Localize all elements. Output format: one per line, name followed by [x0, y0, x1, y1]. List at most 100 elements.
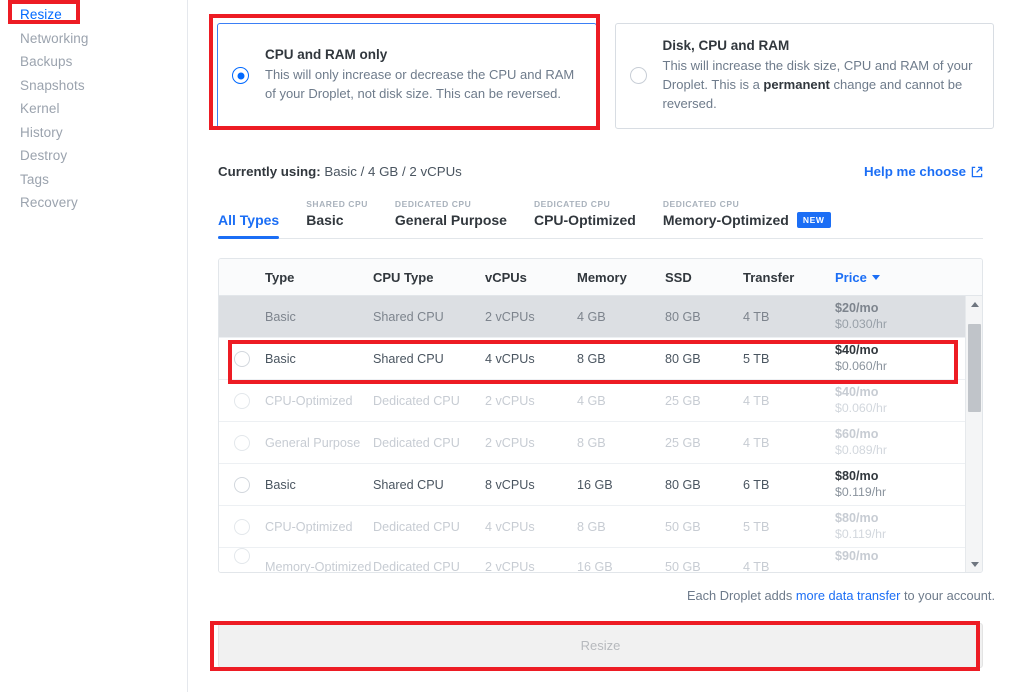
cell-ssd: 80 GB — [665, 477, 701, 492]
option-card-cpu-and-ram-only[interactable]: CPU and RAM only This will only increase… — [217, 23, 597, 129]
option-title: CPU and RAM only — [265, 47, 388, 63]
cell-ssd: 80 GB — [665, 309, 701, 324]
table-row: General Purpose Dedicated CPU 2 vCPUs 8 … — [219, 422, 965, 464]
option-title: Disk, CPU and RAM — [662, 38, 790, 53]
price-hourly: $0.119/hr — [835, 484, 887, 499]
cell-transfer: 6 TB — [743, 477, 770, 492]
cell-ssd: 25 GB — [665, 393, 701, 408]
desc-emphasis: permanent — [763, 76, 830, 92]
sidebar-item-label: Backups — [20, 54, 73, 70]
cell-memory: 8 GB — [577, 435, 606, 450]
header-cpu-type[interactable]: CPU Type — [373, 270, 485, 285]
cell-memory: 16 GB — [577, 560, 613, 572]
cell-ssd: 25 GB — [665, 435, 701, 450]
row-select-cell — [219, 548, 265, 564]
cell-transfer: 4 TB — [743, 560, 770, 572]
cell-price: $40/mo $0.060/hr — [835, 384, 965, 416]
cell-price: $60/mo $0.089/hr — [835, 426, 965, 458]
row-select-cell — [219, 392, 265, 409]
cell-price: $20/mo $0.030/hr — [835, 300, 965, 332]
sidebar-item-history[interactable]: History — [0, 121, 187, 145]
price-monthly: $80/mo — [835, 511, 879, 526]
radio-cpu-and-ram-only[interactable] — [232, 67, 249, 85]
cell-transfer: 4 TB — [743, 309, 770, 324]
cell-transfer: 4 TB — [743, 435, 770, 450]
sidebar-item-networking[interactable]: Networking — [0, 27, 187, 51]
header-type[interactable]: Type — [265, 270, 373, 285]
cell-memory: 4 GB — [577, 393, 606, 408]
header-ssd[interactable]: SSD — [665, 270, 743, 285]
table-row: Basic Shared CPU 2 vCPUs 4 GB 80 GB 4 TB… — [219, 296, 965, 338]
row-select-cell[interactable] — [219, 350, 265, 367]
cell-vcpus: 2 vCPUs — [485, 393, 535, 408]
cell-memory: 8 GB — [577, 519, 606, 534]
scroll-down-arrow-icon[interactable] — [966, 556, 982, 572]
row-select-cell[interactable] — [219, 476, 265, 493]
tab-basic[interactable]: SHARED CPU Basic — [306, 199, 368, 238]
scrollbar-thumb[interactable] — [968, 324, 981, 412]
cell-price: $80/mo $0.119/hr — [835, 510, 965, 542]
tab-cpu-optimized[interactable]: DEDICATED CPU CPU-Optimized — [534, 199, 636, 238]
help-me-choose-link[interactable]: Help me choose — [864, 164, 983, 179]
header-vcpus[interactable]: vCPUs — [485, 270, 577, 285]
table-body: Basic Shared CPU 2 vCPUs 4 GB 80 GB 4 TB… — [219, 296, 965, 572]
table-row[interactable]: Basic Shared CPU 4 vCPUs 8 GB 80 GB 5 TB… — [219, 338, 965, 380]
row-radio[interactable] — [234, 476, 250, 493]
tab-all-types[interactable]: All Types — [218, 212, 280, 239]
cell-price: $90/mo — [835, 548, 965, 564]
radio-disk-cpu-and-ram[interactable] — [629, 67, 647, 85]
main-content: CPU and RAM only This will only increase… — [188, 0, 1024, 692]
row-radio[interactable] — [234, 350, 250, 367]
sidebar-item-backups[interactable]: Backups — [0, 50, 187, 74]
cell-ssd: 80 GB — [665, 351, 701, 366]
table-row[interactable]: Basic Shared CPU 8 vCPUs 16 GB 80 GB 6 T… — [219, 464, 965, 506]
sidebar-item-resize[interactable]: Resize — [0, 3, 187, 27]
sidebar-item-tags[interactable]: Tags — [0, 168, 187, 192]
resize-button-label: Resize — [580, 638, 621, 653]
cell-price: $80/mo $0.119/hr — [835, 468, 965, 500]
option-card-text: CPU and RAM only This will only increase… — [265, 47, 580, 104]
cell-memory: 8 GB — [577, 351, 606, 366]
sidebar-item-destroy[interactable]: Destroy — [0, 144, 187, 168]
cell-type: Memory-Optimized — [265, 560, 372, 572]
resize-button[interactable]: Resize — [218, 623, 983, 668]
cell-cpu-type: Dedicated CPU — [373, 519, 460, 534]
currently-using-row: Currently using: Basic / 4 GB / 2 vCPUs … — [218, 164, 983, 179]
cell-ssd: 50 GB — [665, 519, 701, 534]
tab-general-purpose[interactable]: DEDICATED CPU General Purpose — [395, 199, 507, 238]
cell-type: Basic — [265, 309, 296, 324]
price-monthly: $20/mo — [835, 301, 879, 316]
price-monthly: $40/mo — [835, 343, 879, 358]
option-card-disk-cpu-and-ram[interactable]: Disk, CPU and RAM This will increase the… — [614, 23, 994, 129]
header-transfer[interactable]: Transfer — [743, 270, 835, 285]
price-monthly: $90/mo — [835, 549, 879, 563]
cell-type: CPU-Optimized — [265, 393, 353, 408]
cell-price: $40/mo $0.060/hr — [835, 342, 965, 374]
option-card-text: Disk, CPU and RAM This will increase the… — [663, 38, 978, 114]
cell-type: Basic — [265, 351, 296, 366]
header-price[interactable]: Price — [835, 270, 982, 285]
scroll-up-arrow-icon[interactable] — [966, 296, 982, 313]
header-memory[interactable]: Memory — [577, 270, 665, 285]
sidebar: Resize Networking Backups Snapshots Kern… — [0, 0, 188, 692]
sidebar-item-kernel[interactable]: Kernel — [0, 97, 187, 121]
tab-memory-optimized[interactable]: DEDICATED CPU Memory-Optimized NEW — [663, 199, 831, 238]
cell-vcpus: 2 vCPUs — [485, 435, 535, 450]
new-badge: NEW — [796, 212, 831, 228]
cell-transfer: 5 TB — [743, 519, 770, 534]
cell-vcpus: 4 vCPUs — [485, 351, 535, 366]
table-scrollbar[interactable] — [965, 296, 982, 572]
cell-type: Basic — [265, 477, 296, 492]
tab-category: SHARED CPU — [306, 199, 368, 209]
sidebar-item-snapshots[interactable]: Snapshots — [0, 74, 187, 98]
sidebar-item-recovery[interactable]: Recovery — [0, 191, 187, 215]
more-data-transfer-link[interactable]: more data transfer — [796, 588, 901, 603]
tab-category: DEDICATED CPU — [394, 199, 472, 209]
row-radio — [234, 434, 250, 451]
resize-page: Resize Networking Backups Snapshots Kern… — [0, 0, 1024, 692]
data-transfer-note: Each Droplet adds more data transfer to … — [687, 588, 995, 603]
external-link-icon — [971, 166, 983, 178]
row-radio — [234, 392, 250, 409]
caret-down-icon — [871, 274, 880, 280]
cell-type: CPU-Optimized — [265, 519, 353, 534]
